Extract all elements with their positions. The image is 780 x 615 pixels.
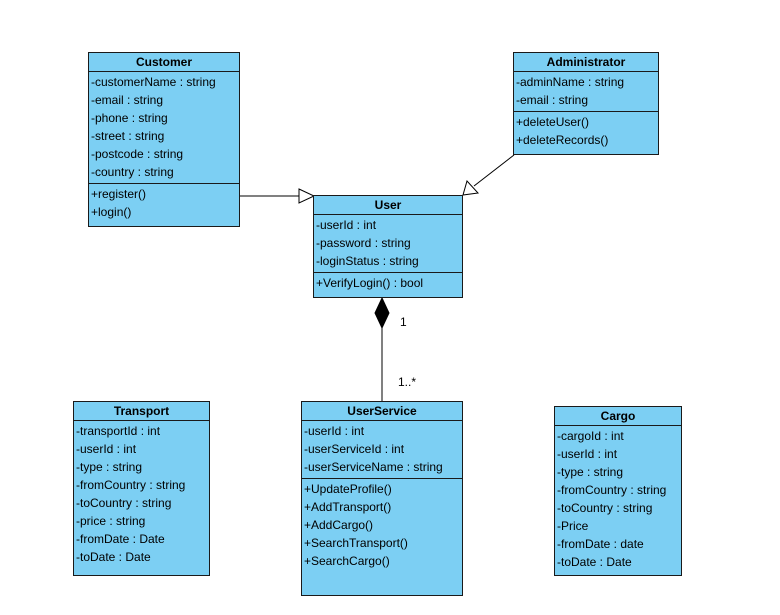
class-user[interactable]: User -userId : int -password : string -l…: [313, 195, 463, 298]
attribute: -street : string: [91, 129, 165, 143]
attribute: -toCountry : string: [557, 501, 653, 515]
class-name: UserService: [302, 402, 462, 421]
attribute: -type : string: [76, 460, 143, 474]
attribute: -toCountry : string: [76, 496, 172, 510]
method: +deleteRecords(): [516, 133, 609, 147]
attribute: -Price: [557, 519, 589, 533]
class-transport[interactable]: Transport -transportId : int -userId : i…: [73, 401, 210, 576]
method: +register(): [91, 187, 147, 201]
attribute: -cargoId : int: [557, 429, 624, 443]
attribute: -loginStatus : string: [316, 254, 419, 268]
attribute: -country : string: [91, 165, 174, 179]
attribute: -fromDate : date: [557, 537, 644, 551]
attribute: -userId : int: [304, 424, 365, 438]
attribute: -toDate : Date: [557, 555, 632, 569]
generalization-administrator-user-line: [473, 154, 515, 187]
uml-diagram-canvas: 1 1..* Customer -customerName : string -…: [0, 0, 780, 615]
class-cargo[interactable]: Cargo -cargoId : int -userId : int -type…: [554, 406, 682, 576]
attribute: -userId : int: [557, 447, 618, 461]
generalization-arrowhead-customer-user: [298, 188, 316, 204]
multiplicity-userservice-end: 1..*: [398, 375, 417, 389]
attribute: -adminName : string: [516, 75, 625, 89]
attribute: -type : string: [557, 465, 624, 479]
attribute: -userServiceId : int: [304, 442, 405, 456]
multiplicity-user-end: 1: [400, 315, 407, 329]
attribute: -password : string: [316, 236, 411, 250]
class-name: Cargo: [555, 407, 681, 426]
attribute: -transportId : int: [76, 424, 161, 438]
attribute: -userId : int: [76, 442, 137, 456]
composition-diamond: [374, 296, 390, 330]
attribute: -toDate : Date: [76, 550, 151, 564]
class-name: Administrator: [514, 53, 658, 72]
class-name: Transport: [74, 402, 209, 421]
class-name: User: [314, 196, 462, 215]
class-customer[interactable]: Customer -customerName : string -email :…: [88, 52, 240, 227]
attribute: -phone : string: [91, 111, 168, 125]
methods-section: +UpdateProfile() +AddTransport() +AddCar…: [302, 479, 462, 572]
method: +SearchCargo(): [304, 554, 390, 568]
method: +UpdateProfile(): [304, 482, 392, 496]
attribute: -fromCountry : string: [557, 483, 667, 497]
method: +AddCargo(): [304, 518, 374, 532]
method: +SearchTransport(): [304, 536, 408, 550]
method: +deleteUser(): [516, 115, 590, 129]
class-administrator[interactable]: Administrator -adminName : string -email…: [513, 52, 659, 155]
attributes-section: -userId : int -password : string -loginS…: [314, 215, 462, 273]
method: +VerifyLogin() : bool: [316, 276, 424, 290]
methods-section: +deleteUser() +deleteRecords(): [514, 112, 658, 151]
attributes-section: -transportId : int -userId : int -type :…: [74, 421, 209, 568]
attribute: -price : string: [76, 514, 146, 528]
attribute: -postcode : string: [91, 147, 184, 161]
attributes-section: -customerName : string -email : string -…: [89, 72, 239, 184]
attribute: -userId : int: [316, 218, 377, 232]
attribute: -fromDate : Date: [76, 532, 165, 546]
method: +AddTransport(): [304, 500, 392, 514]
attributes-section: -userId : int -userServiceId : int -user…: [302, 421, 462, 479]
generalization-arrowhead-administrator-user: [462, 180, 480, 196]
attribute: -userServiceName : string: [304, 460, 443, 474]
attribute: -fromCountry : string: [76, 478, 186, 492]
methods-section: +VerifyLogin() : bool: [314, 273, 462, 294]
class-name: Customer: [89, 53, 239, 72]
attributes-section: -adminName : string -email : string: [514, 72, 658, 112]
attribute: -customerName : string: [91, 75, 216, 89]
attribute: -email : string: [91, 93, 164, 107]
attribute: -email : string: [516, 93, 589, 107]
class-userservice[interactable]: UserService -userId : int -userServiceId…: [301, 401, 463, 596]
attributes-section: -cargoId : int -userId : int -type : str…: [555, 426, 681, 573]
methods-section: +register() +login(): [89, 184, 239, 223]
method: +login(): [91, 205, 132, 219]
